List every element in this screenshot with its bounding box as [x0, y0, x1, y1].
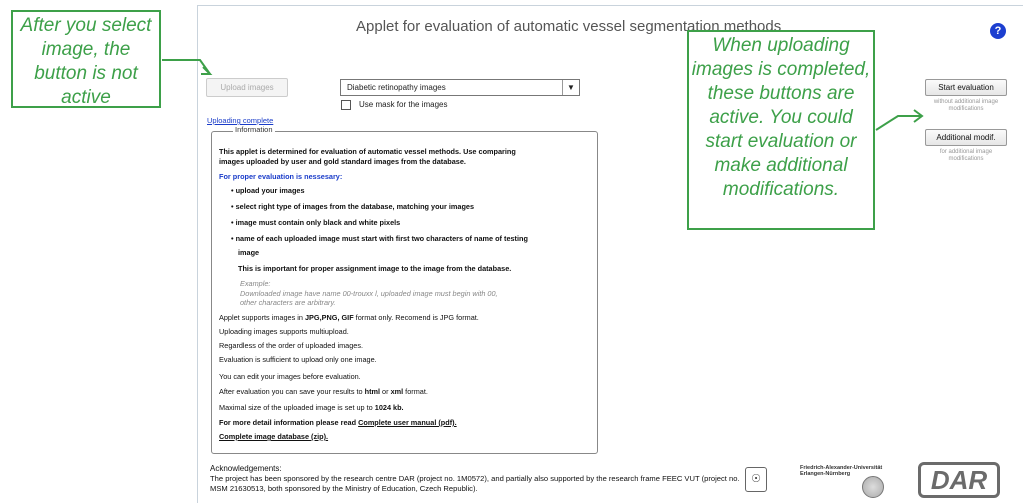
arrow-to-upload-button	[162, 59, 211, 75]
arrow-to-action-buttons	[875, 115, 922, 131]
annotation-arrows	[162, 59, 924, 131]
